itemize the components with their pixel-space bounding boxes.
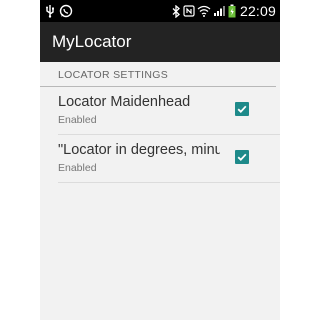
pref-locator-degrees[interactable]: "Locator in degrees, minutes, seconds" E… xyxy=(58,135,280,183)
status-bar-system: 22:09 xyxy=(172,3,276,19)
pref-locator-maidenhead[interactable]: Locator Maidenhead Enabled xyxy=(58,87,280,135)
app-title: MyLocator xyxy=(52,32,132,51)
pref-summary: Enabled xyxy=(58,162,97,174)
pref-title: Locator Maidenhead xyxy=(58,94,191,110)
settings-list: LOCATOR SETTINGS Locator Maidenhead Enab… xyxy=(40,62,280,183)
pref-summary: Enabled xyxy=(58,114,97,126)
checkmark-icon xyxy=(237,105,247,113)
action-bar: MyLocator xyxy=(40,22,280,62)
status-bar: 22:09 xyxy=(40,0,280,22)
battery-charging-icon xyxy=(228,4,236,18)
usb-icon xyxy=(44,4,56,18)
signal-icon xyxy=(213,5,226,17)
checkbox-checked[interactable] xyxy=(235,150,249,164)
clock: 22:09 xyxy=(239,3,276,19)
nfc-icon xyxy=(183,5,195,17)
wifi-icon xyxy=(197,5,211,17)
bluetooth-icon xyxy=(172,4,181,18)
pref-title: "Locator in degrees, minutes, seconds" xyxy=(58,142,220,158)
section-header: LOCATOR SETTINGS xyxy=(40,62,276,87)
status-bar-notifications xyxy=(44,4,76,18)
whatsapp-icon xyxy=(59,4,73,18)
checkmark-icon xyxy=(237,153,247,161)
phone-screen: 22:09 MyLocator LOCATOR SETTINGS Locator… xyxy=(40,0,280,320)
checkbox-checked[interactable] xyxy=(235,102,249,116)
